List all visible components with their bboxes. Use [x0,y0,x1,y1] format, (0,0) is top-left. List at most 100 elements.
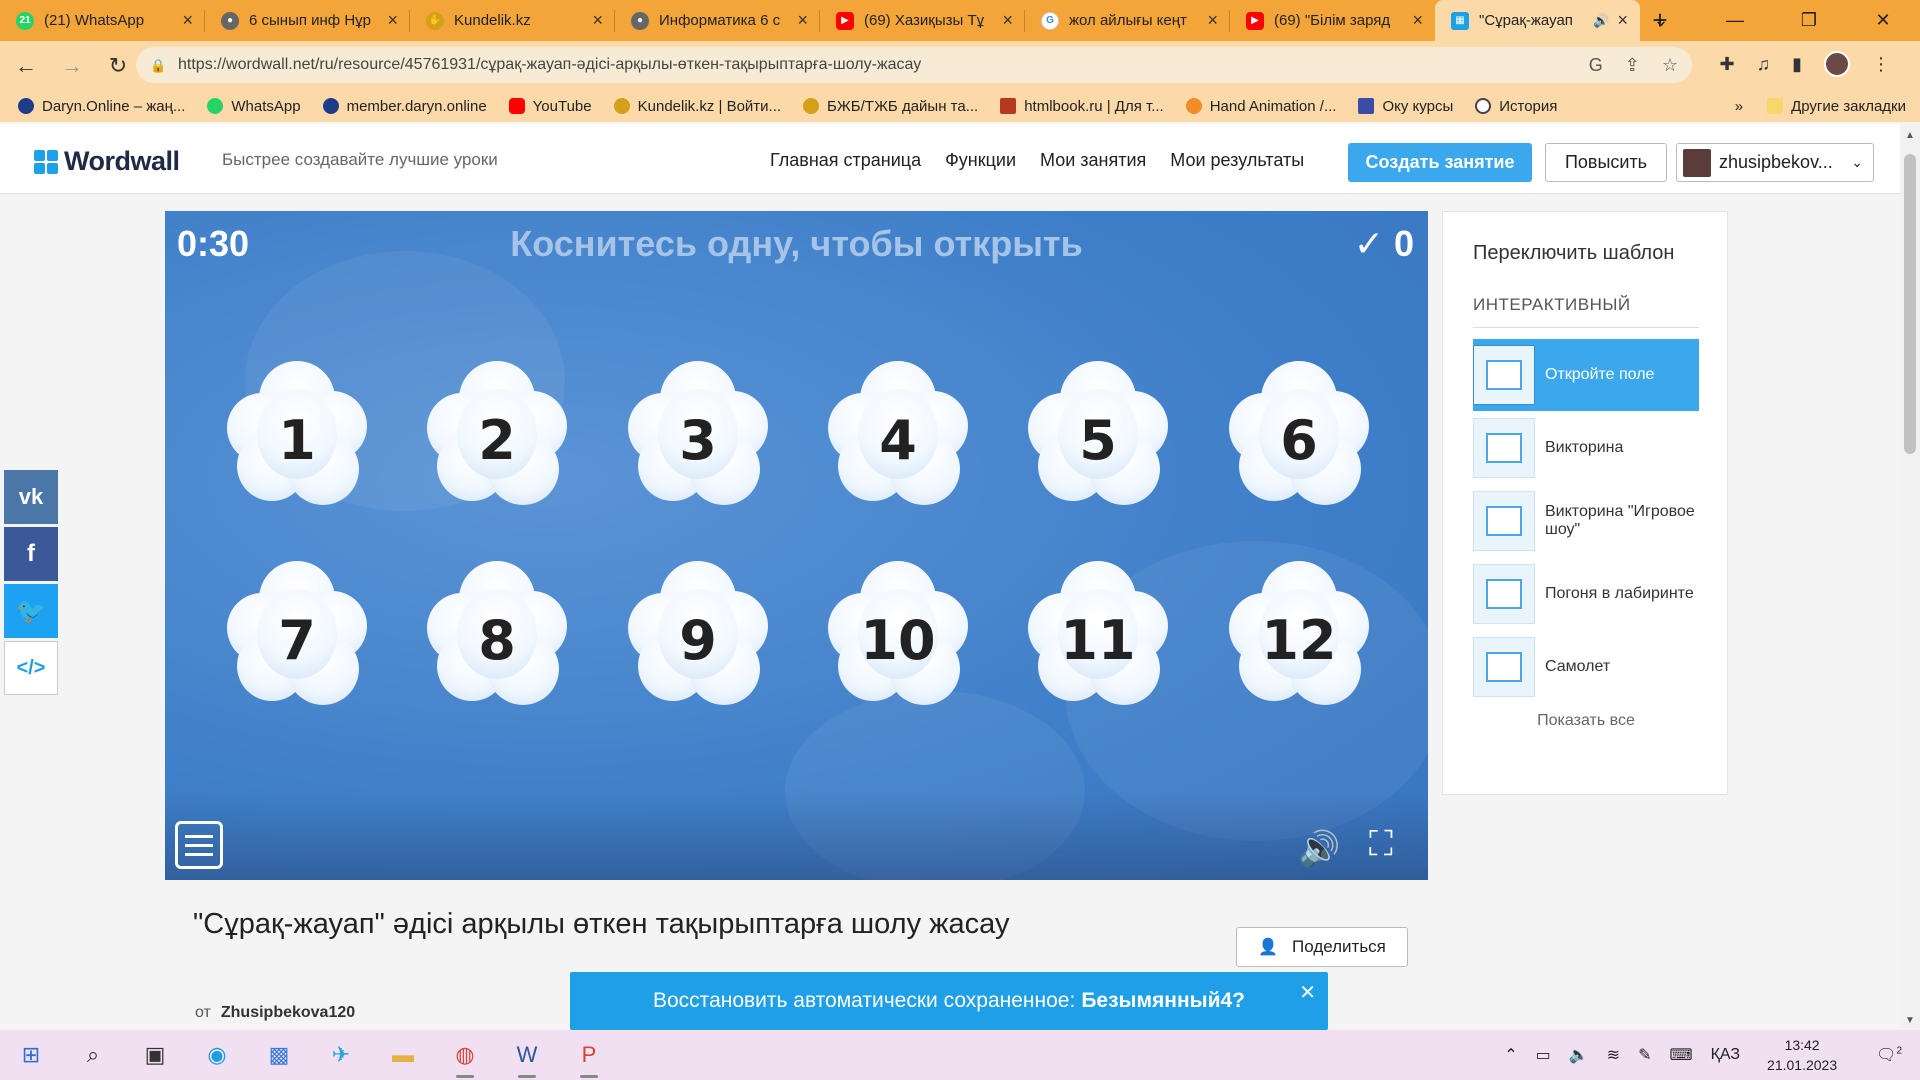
create-activity-button[interactable]: Создать занятие [1348,143,1532,182]
bookmark-item[interactable]: Kundelik.kz | Войти... [613,98,781,115]
windows-start-icon[interactable]: ⊞ [0,1030,62,1080]
clock[interactable]: 13:42 21.01.2023 [1767,1035,1837,1075]
cloud-tile[interactable]: 8 [427,561,567,711]
game-menu-button[interactable] [175,821,223,869]
tab-search-icon[interactable]: ⌄ [1624,0,1698,41]
sound-icon[interactable]: 🔊 [1298,829,1344,869]
browser-tab[interactable]: ● Информатика 6 с × [615,0,820,41]
telegram-icon[interactable]: ✈ [310,1030,372,1080]
restore-autosave-banner[interactable]: Восстановить автоматически сохраненное: Б… [570,972,1328,1030]
close-tab-icon[interactable]: × [592,10,603,31]
template-airplane[interactable]: Самолет [1473,631,1699,703]
fullscreen-icon[interactable]: ⛶ [1369,825,1415,871]
media-control-icon[interactable]: ♫ [1757,54,1771,75]
extensions-icon[interactable]: ✚ [1720,54,1735,75]
language-indicator[interactable]: ҚАЗ [1711,1046,1740,1064]
address-bar[interactable]: 🔒 https://wordwall.net/ru/resource/45761… [136,47,1692,83]
cloud-tile[interactable]: 4 [828,361,968,511]
file-explorer-icon[interactable]: ▬ [372,1030,434,1080]
reload-icon[interactable]: ↻ [98,46,138,86]
nav-features[interactable]: Функции [945,150,1016,171]
bookmark-item[interactable]: htmlbook.ru | Для т... [1000,98,1164,115]
close-tab-icon[interactable]: × [182,10,193,31]
page-scrollbar[interactable]: ▲ ▼ [1900,124,1920,1030]
edge-icon[interactable]: ◉ [186,1030,248,1080]
lock-icon[interactable]: 🔒 [150,58,166,73]
keyboard-icon[interactable]: ⌨ [1669,1045,1692,1065]
close-tab-icon[interactable]: × [1002,10,1013,31]
embed-button[interactable]: </> [4,641,58,695]
template-quiz[interactable]: Викторина [1473,412,1699,484]
search-icon[interactable]: ⌕ [62,1030,124,1080]
word-icon[interactable]: W [496,1030,558,1080]
browser-tab[interactable]: ● 6 сынып инф Нұр × [205,0,410,41]
template-maze-chase[interactable]: Погоня в лабиринте [1473,558,1699,630]
minimize-icon[interactable]: — [1698,0,1772,41]
browser-tab[interactable]: ▶ (69) "Білім заряд × [1230,0,1435,41]
cloud-tile[interactable]: 9 [628,561,768,711]
cloud-tile[interactable]: 6 [1229,361,1369,511]
cloud-tile[interactable]: 11 [1028,561,1168,711]
wifi-icon[interactable]: ≋ [1607,1045,1620,1065]
google-lens-icon[interactable]: G [1589,55,1603,76]
bookmark-item[interactable]: БЖБ/ТЖБ дайын та... [803,98,978,115]
back-icon[interactable]: ← [6,46,46,86]
share-button[interactable]: 👤 Поделиться [1236,927,1408,967]
nav-my-activities[interactable]: Мои занятия [1040,150,1146,171]
cloud-tile[interactable]: 7 [227,561,367,711]
notifications-icon[interactable]: 🗨2 [1876,1045,1902,1065]
side-panel-icon[interactable]: ▮ [1792,54,1802,75]
browser-tab[interactable]: ▶ (69) Хазиқызы Тұ × [820,0,1025,41]
template-open-the-box[interactable]: Откройте поле [1473,339,1699,411]
bookmark-item[interactable]: WhatsApp [207,98,301,115]
battery-icon[interactable]: ▭ [1536,1045,1551,1065]
chrome-icon[interactable]: ◍ [434,1030,496,1080]
close-tab-icon[interactable]: × [797,10,808,31]
pen-icon[interactable]: ✎ [1638,1045,1651,1065]
bookmark-item[interactable]: Daryn.Online – жаң... [18,98,185,115]
cloud-tile[interactable]: 12 [1229,561,1369,711]
show-hidden-icons-icon[interactable]: ⌃ [1504,1045,1517,1065]
template-gameshow-quiz[interactable]: Викторина "Игровое шоу" [1473,485,1699,557]
close-window-icon[interactable]: ✕ [1846,0,1920,41]
profile-avatar[interactable] [1824,51,1850,77]
bookmark-star-icon[interactable]: ☆ [1662,55,1678,76]
volume-icon[interactable]: 🔈 [1569,1045,1589,1065]
bookmark-item[interactable]: Hand Animation /... [1185,98,1336,115]
nav-home[interactable]: Главная страница [770,150,921,171]
cloud-tile[interactable]: 5 [1028,361,1168,511]
scrollbar-thumb[interactable] [1904,154,1916,454]
close-tab-icon[interactable]: × [1207,10,1218,31]
game-area[interactable]: 0:30 Коснитесь одну, чтобы открыть ✓ 0 1… [165,211,1428,880]
twitter-share-button[interactable]: 🐦 [4,584,58,638]
wordwall-logo[interactable]: Wordwall [34,146,180,177]
bookmark-item[interactable]: Оку курсы [1358,98,1453,115]
bookmark-item[interactable]: YouTube [508,98,592,115]
bookmark-item[interactable]: История [1475,98,1557,115]
close-icon[interactable]: ✕ [1299,980,1316,1005]
other-bookmarks[interactable]: Другие закладки [1767,98,1906,115]
task-view-icon[interactable]: ▣ [124,1030,186,1080]
upgrade-button[interactable]: Повысить [1545,143,1667,182]
facebook-share-button[interactable]: f [4,527,58,581]
cloud-tile[interactable]: 1 [227,361,367,511]
forward-icon[interactable]: → [52,46,92,86]
menu-kebab-icon[interactable]: ⋮ [1872,54,1890,75]
tab-audio-icon[interactable]: 🔊 [1593,13,1609,29]
browser-tab[interactable]: 21 (21) WhatsApp × [0,0,205,41]
bookmarks-more-button[interactable]: » [1735,98,1743,115]
author-link[interactable]: Zhusipbekova120 [221,1004,355,1021]
close-tab-icon[interactable]: × [387,10,398,31]
browser-tab[interactable]: Gжол айлығы кеңт × [1025,0,1230,41]
nav-my-results[interactable]: Мои результаты [1170,150,1304,171]
powerpoint-icon[interactable]: P [558,1030,620,1080]
show-all-templates-link[interactable]: Показать все [1443,712,1729,730]
cloud-tile[interactable]: 3 [628,361,768,511]
cloud-tile[interactable]: 10 [828,561,968,711]
scroll-down-icon[interactable]: ▼ [1905,1015,1915,1026]
bookmark-item[interactable]: member.daryn.online [322,98,487,115]
browser-tab-active[interactable]: ▦ "Сұрақ-жауап 🔊 × [1435,0,1640,41]
vk-share-button[interactable]: vk [4,470,58,524]
share-page-icon[interactable]: ⇪ [1625,55,1640,76]
scroll-up-icon[interactable]: ▲ [1905,130,1915,141]
